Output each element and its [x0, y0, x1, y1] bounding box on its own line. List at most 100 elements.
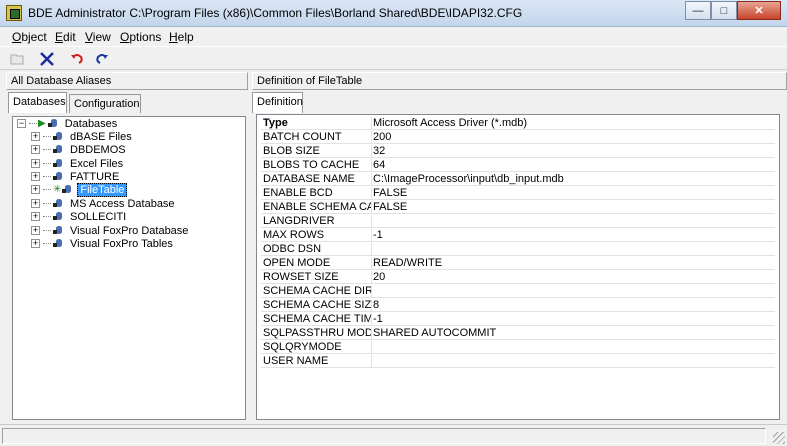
- window-title: BDE Administrator C:\Program Files (x86)…: [28, 6, 523, 20]
- grid-row[interactable]: SCHEMA CACHE DIR: [261, 284, 775, 298]
- grid-row[interactable]: OPEN MODE READ/WRITE: [261, 256, 775, 270]
- open-alias-icon: ✳: [53, 184, 62, 195]
- tree-connector: [29, 123, 37, 124]
- title-bar[interactable]: BDE Administrator C:\Program Files (x86)…: [0, 0, 787, 27]
- grid-row[interactable]: ENABLE BCD FALSE: [261, 186, 775, 200]
- tree-item-vfp-database[interactable]: + Visual FoxPro Database: [31, 224, 190, 237]
- resize-grip[interactable]: [773, 432, 785, 444]
- delete-icon[interactable]: [39, 51, 55, 67]
- menu-edit[interactable]: Edit: [55, 30, 76, 44]
- tree-item-dbdemos[interactable]: + DBDEMOS: [31, 143, 128, 156]
- tree-item-excel[interactable]: + Excel Files: [31, 157, 125, 170]
- grid-value[interactable]: READ/WRITE: [371, 257, 442, 270]
- grid-key: ODBC DSN: [263, 243, 322, 255]
- grid-row[interactable]: LANGDRIVER: [261, 214, 775, 228]
- grid-key: SCHEMA CACHE DIR: [263, 285, 371, 297]
- alias-icon: [53, 171, 65, 183]
- alias-icon: [53, 144, 65, 156]
- tab-databases[interactable]: Databases: [8, 92, 67, 113]
- undo-icon[interactable]: [69, 51, 85, 67]
- status-bar: [0, 424, 787, 446]
- expand-icon[interactable]: +: [31, 159, 40, 168]
- collapse-icon[interactable]: −: [17, 119, 26, 128]
- expand-icon[interactable]: +: [31, 185, 40, 194]
- grid-row[interactable]: SCHEMA CACHE TIME -1: [261, 312, 775, 326]
- expand-icon[interactable]: +: [31, 132, 40, 141]
- grid-value[interactable]: SHARED AUTOCOMMIT: [371, 327, 496, 340]
- grid-value[interactable]: 200: [371, 131, 391, 144]
- grid-value[interactable]: FALSE: [371, 187, 407, 200]
- minimize-button[interactable]: —: [685, 1, 711, 20]
- pane-splitter[interactable]: [248, 70, 254, 424]
- tree-root[interactable]: − ▶ Databases: [17, 117, 119, 130]
- expand-icon[interactable]: +: [31, 145, 40, 154]
- grid-value[interactable]: FALSE: [371, 201, 407, 214]
- tree-item-label: MS Access Database: [70, 197, 175, 210]
- grid-key: SQLPASSTHRU MODE: [263, 327, 371, 339]
- grid-value[interactable]: Microsoft Access Driver (*.mdb): [371, 117, 527, 130]
- grid-row[interactable]: SQLQRYMODE: [261, 340, 775, 354]
- grid-row[interactable]: BLOB SIZE 32: [261, 144, 775, 158]
- tree-item-fatture[interactable]: + FATTURE: [31, 170, 121, 183]
- grid-value[interactable]: 64: [371, 159, 385, 172]
- open-icon[interactable]: [10, 51, 26, 67]
- grid-value[interactable]: -1: [371, 229, 383, 242]
- alias-icon: [53, 211, 65, 223]
- grid-value[interactable]: -1: [371, 313, 383, 326]
- window-controls: — □ ✕: [685, 1, 781, 20]
- definition-grid[interactable]: Type Microsoft Access Driver (*.mdb) BAT…: [256, 114, 780, 420]
- expand-icon[interactable]: +: [31, 199, 40, 208]
- grid-value[interactable]: [371, 285, 373, 298]
- menu-view[interactable]: View: [85, 30, 111, 44]
- grid-key: Type: [263, 117, 288, 129]
- grid-row[interactable]: MAX ROWS -1: [261, 228, 775, 242]
- expand-icon[interactable]: +: [31, 172, 40, 181]
- tree-item-vfp-tables[interactable]: + Visual FoxPro Tables: [31, 237, 175, 250]
- grid-row[interactable]: SQLPASSTHRU MODE SHARED AUTOCOMMIT: [261, 326, 775, 340]
- grid-row[interactable]: BLOBS TO CACHE 64: [261, 158, 775, 172]
- tree-item-dbase[interactable]: + dBASE Files: [31, 130, 134, 143]
- grid-key: USER NAME: [263, 355, 329, 367]
- redo-icon[interactable]: [94, 51, 110, 67]
- close-button[interactable]: ✕: [737, 1, 781, 20]
- menu-options[interactable]: Options: [120, 30, 161, 44]
- grid-value[interactable]: 20: [371, 271, 385, 284]
- grid-value[interactable]: [371, 341, 373, 354]
- grid-value[interactable]: C:\ImageProcessor\input\db_input.mdb: [371, 173, 564, 186]
- expand-icon[interactable]: +: [31, 226, 40, 235]
- alias-icon: [53, 225, 65, 237]
- tree-item-label: DBDEMOS: [70, 143, 126, 156]
- alias-icon: [53, 198, 65, 210]
- grid-row-type[interactable]: Type Microsoft Access Driver (*.mdb): [261, 116, 775, 130]
- expand-icon[interactable]: +: [31, 239, 40, 248]
- grid-row[interactable]: SCHEMA CACHE SIZE 8: [261, 298, 775, 312]
- menu-object[interactable]: Object: [12, 30, 47, 44]
- grid-value[interactable]: 32: [371, 145, 385, 158]
- grid-row[interactable]: DATABASE NAME C:\ImageProcessor\input\db…: [261, 172, 775, 186]
- grid-value[interactable]: [371, 355, 373, 368]
- toolbar: [0, 46, 787, 70]
- menu-help[interactable]: Help: [169, 30, 194, 44]
- alias-tree[interactable]: − ▶ Databases + dBASE Files + DBDEMOS + …: [12, 116, 246, 420]
- tree-item-solleciti[interactable]: + SOLLECITI: [31, 210, 128, 223]
- tree-item-label: SOLLECITI: [70, 210, 127, 223]
- grid-value[interactable]: [371, 243, 373, 256]
- maximize-button[interactable]: □: [711, 1, 737, 20]
- bde-app-icon[interactable]: [6, 5, 22, 21]
- grid-row[interactable]: ROWSET SIZE 20: [261, 270, 775, 284]
- tree-connector: [43, 216, 51, 217]
- grid-row[interactable]: BATCH COUNT 200: [261, 130, 775, 144]
- grid-row[interactable]: USER NAME: [261, 354, 775, 368]
- tree-connector: [43, 189, 51, 190]
- tree-item-filetable[interactable]: + ✳ FileTable: [31, 182, 128, 197]
- tab-configuration[interactable]: Configuration: [69, 94, 141, 113]
- grid-key: MAX ROWS: [263, 229, 325, 241]
- grid-row[interactable]: ODBC DSN: [261, 242, 775, 256]
- grid-key: ENABLE SCHEMA CACHE: [263, 201, 371, 213]
- grid-row[interactable]: ENABLE SCHEMA CACHE FALSE: [261, 200, 775, 214]
- expand-icon[interactable]: +: [31, 212, 40, 221]
- tree-item-msaccess[interactable]: + MS Access Database: [31, 197, 177, 210]
- tab-definition[interactable]: Definition: [252, 92, 303, 113]
- grid-value[interactable]: 8: [371, 299, 379, 312]
- grid-value[interactable]: [371, 215, 373, 228]
